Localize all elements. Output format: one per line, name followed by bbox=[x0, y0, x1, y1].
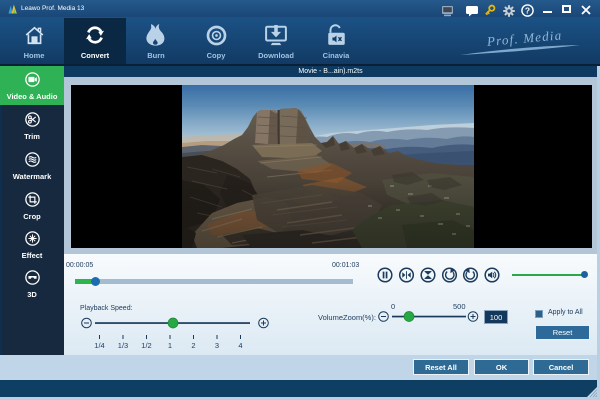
svg-text:1/4: 1/4 bbox=[94, 341, 104, 350]
svg-text:1/3: 1/3 bbox=[118, 341, 128, 350]
svg-text:?: ? bbox=[525, 6, 530, 16]
svg-text:2: 2 bbox=[191, 341, 195, 350]
svg-text:Prof. Media: Prof. Media bbox=[485, 27, 563, 49]
svg-text:1: 1 bbox=[168, 341, 172, 350]
svg-text:4: 4 bbox=[238, 341, 242, 350]
svg-text:3: 3 bbox=[215, 341, 219, 350]
svg-text:1/2: 1/2 bbox=[141, 341, 151, 350]
